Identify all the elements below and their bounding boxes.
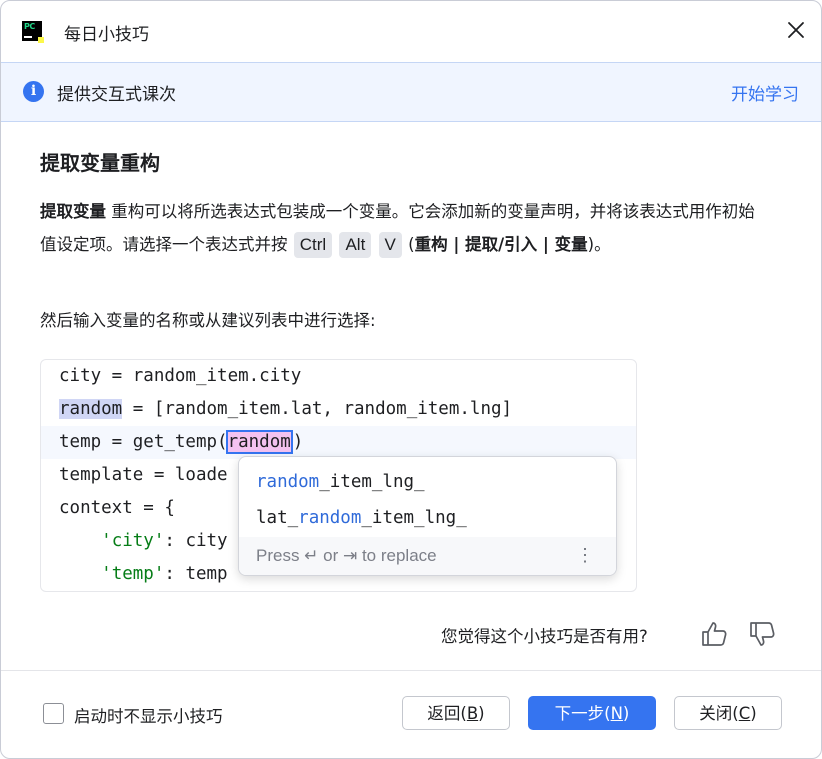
menu-path: 重构 | 提取/引入 | 变量 [414,235,588,254]
code-line: random = [random_item.lat, random_item.l… [59,399,513,419]
key-ctrl: Ctrl [293,232,333,258]
info-icon: i [23,81,44,102]
popup-footer: Press ↵ or ⇥ to replace ⋮ [239,537,616,575]
feedback-question: 您觉得这个小技巧是否有用? [441,627,648,646]
back-button[interactable]: 返回(B) [402,696,510,730]
dont-show-checkbox[interactable] [43,703,64,724]
start-learning-link[interactable]: 开始学习 [731,80,799,105]
code-line: context = { [59,498,175,518]
info-banner: i 提供交互式课次 开始学习 [1,62,821,122]
key-alt: Alt [339,232,372,258]
title-bar: PC 每日小技巧 [1,1,821,61]
completion-popup: random_item_lng_ lat_random_item_lng_ Pr… [238,456,617,576]
thumbs-down-icon[interactable] [747,619,777,653]
suggestion-item[interactable]: random_item_lng_ [256,465,425,499]
code-line: city = random_item.city [59,366,302,386]
thumbs-up-icon[interactable] [699,619,729,653]
code-line: 'temp': temp [101,564,228,584]
replace-hint: Press ↵ or ⇥ to replace [256,546,437,565]
suggestion-item[interactable]: lat_random_item_lng_ [256,501,467,535]
dialog-title: 每日小技巧 [64,25,149,45]
close-button[interactable]: 关闭(C) [674,696,782,730]
footer-divider [1,670,821,671]
pycharm-logo-icon: PC [22,21,44,43]
dont-show-label[interactable]: 启动时不显示小技巧 [74,703,223,727]
next-button[interactable]: 下一步(N) [528,696,656,730]
code-line: temp = get_temp(random) [59,430,304,454]
code-line: 'city': city [101,531,228,551]
tip-of-the-day-dialog: PC 每日小技巧 i 提供交互式课次 开始学习 提取变量重构 提取变量 重构可以… [0,0,822,759]
code-line: template = loade [59,465,228,485]
tip-description: 提取变量 重构可以将所选表达式包装成一个变量。它会添加新的变量声明，并将该表达式… [40,195,770,261]
banner-text: 提供交互式课次 [57,85,176,105]
close-icon[interactable] [785,19,807,41]
key-v: V [378,232,402,258]
term-bold: 提取变量 [40,202,106,221]
more-options-icon[interactable]: ⋮ [576,545,594,566]
tip-title: 提取变量重构 [40,151,160,175]
extracted-variable: random [59,399,123,419]
rename-field: random [225,430,293,454]
tip-description-2: 然后输入变量的名称或从建议列表中进行选择: [40,311,376,330]
